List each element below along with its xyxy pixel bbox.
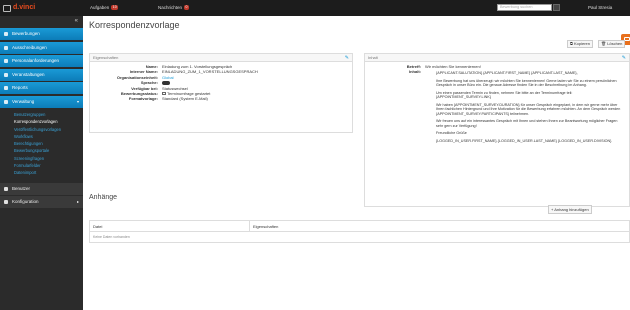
chevron-down-icon: ▾ bbox=[76, 98, 79, 104]
person-icon bbox=[4, 59, 8, 63]
sidebar-item-bewerbungen[interactable]: Bewerbungen bbox=[0, 28, 83, 40]
calendar-icon bbox=[4, 72, 8, 77]
messages-label: Nachrichten bbox=[158, 5, 183, 10]
empty-state: Keine Daten vorhanden bbox=[93, 235, 130, 239]
body-paragraph: {APPLICANT.SALUTATION} {APPLICANT.FIRST_… bbox=[436, 71, 578, 75]
wrench-icon bbox=[4, 200, 8, 205]
subject-value: Wir möchten Sie kennenlernen! bbox=[425, 64, 481, 69]
submenu-screeningfragen[interactable]: Screeningfragen bbox=[0, 155, 83, 162]
sidebar-item-label: Konfiguration bbox=[12, 199, 39, 205]
sidebar-item-veranstaltungen[interactable]: Veranstaltungen bbox=[0, 68, 83, 81]
submenu-bewerbungsportale[interactable]: Bewerbungsportale bbox=[0, 147, 83, 154]
top-bar: d.vinci Aufgaben 10 Nachrichten 0 Bewerb… bbox=[0, 0, 630, 16]
sidebar-item-ausschreibungen[interactable]: Ausschreibungen bbox=[0, 41, 83, 54]
tasks-badge: 10 bbox=[111, 5, 119, 10]
logo[interactable]: d.vinci bbox=[3, 4, 35, 12]
sidebar-item-label: Personalanforderungen bbox=[12, 58, 60, 63]
add-attachment-label: Anhang hinzufügen bbox=[554, 207, 589, 212]
email-body: {APPLICANT.SALUTATION} {APPLICANT.FIRST_… bbox=[436, 71, 623, 146]
body-paragraph: Wir haben {APPOINTMENT_SURVEY.DURATION} … bbox=[436, 102, 621, 116]
sidebar-item-label: Bewerbungen bbox=[12, 31, 40, 36]
panel-title: Inhalt bbox=[368, 55, 378, 60]
table-header: Datei Eigenschaften bbox=[90, 221, 629, 232]
property-row: Formatvorlage: Standard (System E-Mail) bbox=[90, 96, 352, 101]
column-header-file[interactable]: Datei bbox=[90, 221, 250, 231]
sidebar-item-konfiguration[interactable]: Konfiguration ▸ bbox=[0, 196, 83, 209]
sidebar-item-benutzer[interactable]: Benutzer bbox=[0, 182, 83, 195]
search-button[interactable] bbox=[553, 4, 560, 11]
property-value: EINLADUNG_ZUM_1_VORSTELLUNGSGESPRACH bbox=[162, 69, 258, 75]
gear-icon bbox=[4, 99, 8, 104]
collapse-icon: « bbox=[74, 18, 78, 24]
panel-header: Eigenschaften ✎ bbox=[90, 54, 352, 62]
sidebar-submenu: Benutzergruppen Korrespondenzvorlagen Ve… bbox=[0, 109, 83, 179]
sidebar-item-verwaltung[interactable]: Verwaltung ▾ bbox=[0, 95, 83, 108]
sidebar-item-reports[interactable]: Reports bbox=[0, 82, 83, 94]
chart-icon bbox=[4, 86, 8, 90]
messages-badge: 0 bbox=[184, 5, 189, 10]
panel-title: Eigenschaften bbox=[93, 55, 119, 60]
column-header-properties[interactable]: Eigenschaften bbox=[250, 221, 629, 231]
properties-panel: Eigenschaften ✎ Name: Einladung zum 1. Vo… bbox=[89, 53, 353, 133]
checkbox-icon bbox=[162, 91, 166, 96]
submenu-benutzergruppen[interactable]: Benutzergruppen bbox=[0, 111, 83, 118]
sidebar-item-label: Reports bbox=[12, 85, 28, 90]
edit-icon[interactable]: ✎ bbox=[622, 55, 626, 61]
logo-text: d.vinci bbox=[13, 4, 36, 11]
body-paragraph: Freundliche Grüße bbox=[436, 131, 467, 135]
sidebar: « Bewerbungen Ausschreibungen Personalan… bbox=[0, 16, 83, 310]
language-flag-icon bbox=[162, 81, 170, 85]
property-label: Formatvorlage: bbox=[128, 96, 158, 102]
sidebar-item-label: Verwaltung bbox=[12, 98, 35, 104]
logo-icon bbox=[3, 4, 11, 12]
delete-label: Löschen bbox=[607, 41, 623, 46]
submenu-formularfelder[interactable]: Formularfelder bbox=[0, 162, 83, 169]
user-icon bbox=[4, 186, 8, 191]
submenu-berechtigungen[interactable]: Berechtigungen bbox=[0, 140, 83, 147]
sidebar-item-personalanforderungen[interactable]: Personalanforderungen bbox=[0, 55, 83, 67]
submenu-veroeffentlichungsvorlagen[interactable]: Veröffentlichungsvorlagen bbox=[0, 126, 83, 133]
copy-label: Kopieren bbox=[573, 41, 590, 46]
panel-header: Inhalt ✎ bbox=[365, 54, 629, 62]
sidebar-item-label: Veranstaltungen bbox=[12, 71, 45, 77]
body-paragraph: Wir freuen uns auf ein interessantes Ges… bbox=[436, 119, 618, 128]
add-attachment-button[interactable]: + Anhang hinzufügen bbox=[548, 205, 592, 214]
submenu-korrespondenzvorlagen[interactable]: Korrespondenzvorlagen bbox=[0, 118, 83, 125]
sidebar-collapse[interactable]: « bbox=[0, 16, 83, 28]
body-label: Inhalt: bbox=[409, 69, 421, 74]
users-icon bbox=[4, 32, 8, 36]
property-value: Standard (System E-Mail) bbox=[162, 96, 208, 102]
tasks-label: Aufgaben bbox=[90, 5, 110, 10]
sidebar-item-label: Ausschreibungen bbox=[12, 44, 47, 50]
delete-button[interactable]: 🗑 Löschen bbox=[598, 40, 626, 48]
search-input[interactable]: Bewerbung suchen bbox=[497, 4, 552, 11]
attachments-table: Datei Eigenschaften Keine Daten vorhande… bbox=[89, 220, 630, 243]
chevron-right-icon: ▸ bbox=[76, 199, 79, 205]
content-panel: Inhalt ✎ Betreff: Wir möchten Sie kennenl… bbox=[364, 53, 630, 207]
body-paragraph: {LOGGED_IN_USER.FIRST_NAME} {LOGGED_IN_U… bbox=[436, 138, 612, 143]
document-icon bbox=[4, 45, 8, 50]
submenu-datenimport[interactable]: Datenimport bbox=[0, 169, 83, 176]
sidebar-item-label: Benutzer bbox=[12, 185, 31, 191]
main-content: Korrespondenzvorlage ⧉ Kopieren 🗑 Lösche… bbox=[83, 16, 630, 310]
copy-button[interactable]: ⧉ Kopieren bbox=[567, 40, 593, 48]
user-menu[interactable]: Paul Stresia bbox=[588, 5, 612, 10]
tasks-link[interactable]: Aufgaben 10 bbox=[90, 5, 119, 10]
messages-link[interactable]: Nachrichten 0 bbox=[158, 5, 189, 10]
page-title: Korrespondenzvorlage bbox=[89, 20, 180, 30]
body-paragraph: Ihre Bewerbung hat uns überzeugt: wir mö… bbox=[436, 78, 617, 88]
edit-icon[interactable]: ✎ bbox=[345, 55, 349, 61]
attachments-title: Anhänge bbox=[89, 194, 118, 201]
submenu-workflows[interactable]: Workflows bbox=[0, 133, 83, 140]
body-paragraph: Um einen passenden Termin zu finden, neh… bbox=[436, 90, 573, 100]
